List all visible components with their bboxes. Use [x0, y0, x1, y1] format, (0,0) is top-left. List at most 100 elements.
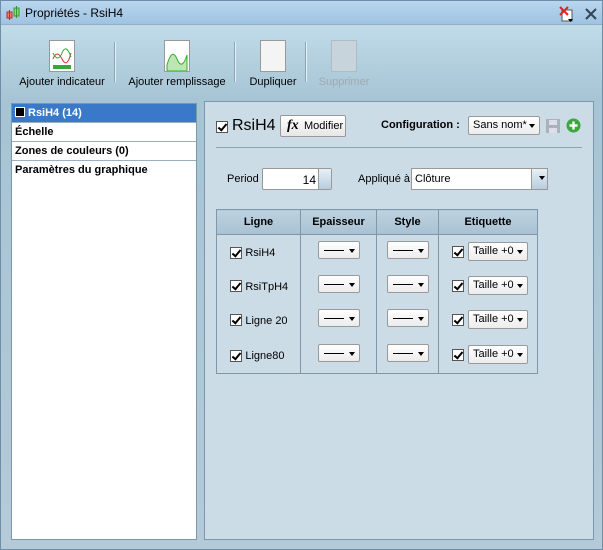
- sidebar-item-color-zones[interactable]: Zones de couleurs (0): [12, 142, 196, 161]
- label-size-value: Taille +0: [473, 245, 514, 258]
- chevron-down-icon[interactable]: [531, 169, 547, 189]
- indicator-name: RsiH4: [232, 117, 276, 134]
- modify-label: Modifier: [304, 120, 344, 132]
- indicator-visible-checkbox[interactable]: [216, 121, 228, 133]
- window-title: Propriétés - RsiH4: [25, 6, 124, 20]
- line-cell: Ligne 20: [216, 302, 301, 337]
- period-label: Period: [227, 173, 259, 185]
- table-row: Ligne 20 Taille +0: [216, 302, 538, 337]
- header-thickness: Epaisseur: [300, 209, 377, 235]
- style-select[interactable]: [386, 309, 429, 327]
- divider: [216, 147, 582, 148]
- period-spinner[interactable]: [318, 169, 331, 189]
- label-visible-checkbox[interactable]: [452, 279, 464, 292]
- thickness-select[interactable]: [317, 309, 360, 327]
- add-indicator-label: Ajouter indicateur: [19, 76, 105, 88]
- configuration-value: Sans nom*: [473, 119, 527, 131]
- properties-window: Propriétés - RsiH4 Ajouter indicateur Aj…: [0, 0, 603, 550]
- line-name: Ligne 20: [245, 314, 288, 327]
- header-style: Style: [376, 209, 439, 235]
- label-size-value: Taille +0: [473, 313, 514, 325]
- style-select[interactable]: [386, 344, 429, 363]
- style-cell: [376, 234, 439, 269]
- toolbar-separator: [234, 42, 235, 82]
- line-cell: RsiH4: [216, 234, 301, 269]
- label-size-select[interactable]: Taille +0: [468, 310, 528, 329]
- add-indicator-button[interactable]: Ajouter indicateur: [18, 40, 106, 88]
- table-row: Ligne80 Taille +0: [216, 336, 538, 374]
- label-cell: Taille +0: [438, 302, 538, 337]
- candlestick-app-icon: [6, 6, 20, 20]
- header-line: Ligne: [216, 209, 301, 235]
- label-size-value: Taille +0: [473, 279, 514, 291]
- label-size-value: Taille +0: [473, 348, 514, 361]
- thickness-cell: [300, 302, 377, 337]
- style-cell: [376, 302, 439, 337]
- thickness-select[interactable]: [317, 344, 360, 363]
- period-input[interactable]: 14: [262, 168, 332, 190]
- style-cell: [376, 268, 439, 303]
- table-row: RsiTpH4 Taille +0: [216, 268, 538, 303]
- style-cell: [376, 336, 439, 374]
- save-icon[interactable]: [546, 119, 560, 133]
- trash-icon: [331, 40, 357, 72]
- header-label: Etiquette: [438, 209, 538, 235]
- label-size-select[interactable]: Taille +0: [468, 242, 528, 262]
- toolbar-separator: [305, 42, 306, 82]
- label-cell: Taille +0: [438, 234, 538, 269]
- applied-to-label: Appliqué à: [358, 173, 410, 185]
- close-icon[interactable]: [583, 6, 599, 22]
- properties-panel: RsiH4 fx Modifier Configuration : Sans n…: [204, 101, 594, 540]
- thickness-cell: [300, 268, 377, 303]
- delete-button[interactable]: Supprimer: [316, 40, 372, 88]
- function-icon: fx: [287, 118, 299, 133]
- lines-table: Ligne Epaisseur Style Etiquette RsiH4 Ta…: [216, 209, 538, 374]
- add-fill-label: Ajouter remplissage: [128, 76, 226, 88]
- duplicate-icon: [260, 40, 286, 72]
- color-swatch: [15, 107, 25, 117]
- style-select[interactable]: [386, 241, 429, 260]
- duplicate-label: Dupliquer: [249, 76, 297, 88]
- add-config-icon[interactable]: [566, 118, 581, 133]
- add-fill-button[interactable]: Ajouter remplissage: [127, 40, 227, 88]
- line-visible-checkbox[interactable]: [230, 349, 242, 362]
- period-value: 14: [302, 173, 316, 187]
- delete-label: Supprimer: [318, 76, 370, 88]
- style-select[interactable]: [386, 275, 429, 293]
- sidebar-item-scale[interactable]: Échelle: [12, 123, 196, 142]
- line-name: RsiH4: [245, 246, 276, 259]
- table-row: RsiH4 Taille +0: [216, 234, 538, 269]
- label-size-select[interactable]: Taille +0: [468, 345, 528, 365]
- thickness-cell: [300, 234, 377, 269]
- sidebar-item-rsih4[interactable]: RsiH4 (14): [12, 104, 196, 123]
- line-name: Ligne80: [245, 349, 285, 362]
- label-visible-checkbox[interactable]: [452, 348, 464, 361]
- label-visible-checkbox[interactable]: [452, 313, 464, 326]
- line-visible-checkbox[interactable]: [230, 246, 242, 259]
- duplicate-button[interactable]: Dupliquer: [247, 40, 299, 88]
- add-indicator-icon: [49, 40, 75, 72]
- configuration-label: Configuration :: [381, 119, 460, 131]
- add-fill-icon: [164, 40, 190, 72]
- title-bar: Propriétés - RsiH4: [1, 1, 602, 25]
- line-cell: RsiTpH4: [216, 268, 301, 303]
- label-cell: Taille +0: [438, 336, 538, 374]
- configuration-select[interactable]: Sans nom*: [468, 116, 540, 135]
- thickness-select[interactable]: [317, 275, 360, 293]
- sidebar-item-chart-params[interactable]: Paramètres du graphique: [12, 161, 196, 180]
- label-size-select[interactable]: Taille +0: [468, 276, 528, 295]
- label-visible-checkbox[interactable]: [452, 245, 464, 258]
- detach-window-icon[interactable]: [558, 6, 574, 22]
- line-visible-checkbox[interactable]: [230, 314, 242, 327]
- sidebar-list: RsiH4 (14) Échelle Zones de couleurs (0)…: [11, 103, 197, 540]
- applied-to-select[interactable]: Clôture: [411, 168, 548, 190]
- thickness-select[interactable]: [317, 241, 360, 260]
- thickness-cell: [300, 336, 377, 374]
- sidebar-item-label: RsiH4 (14): [28, 107, 82, 119]
- line-cell: Ligne80: [216, 336, 301, 374]
- line-visible-checkbox[interactable]: [230, 280, 242, 293]
- modify-button[interactable]: fx Modifier: [280, 115, 346, 137]
- line-name: RsiTpH4: [245, 280, 289, 293]
- label-cell: Taille +0: [438, 268, 538, 303]
- applied-to-value: Clôture: [415, 173, 451, 185]
